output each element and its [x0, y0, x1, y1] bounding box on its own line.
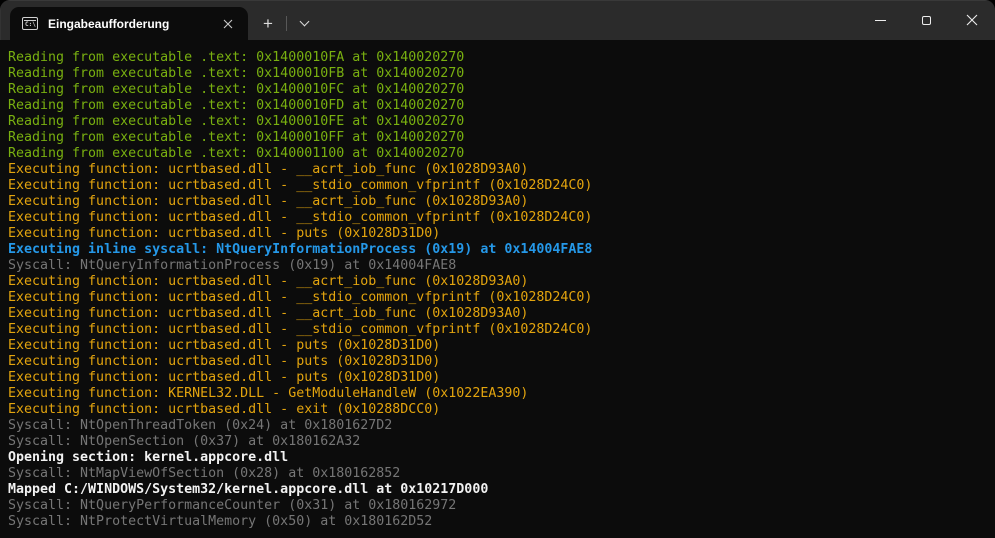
tab-separator [286, 16, 287, 31]
terminal-line: Executing function: ucrtbased.dll - __ac… [8, 274, 987, 290]
terminal-line: Executing function: ucrtbased.dll - puts… [8, 338, 987, 354]
terminal-line: Executing function: KERNEL32.DLL - GetMo… [8, 386, 987, 402]
terminal-line: Executing function: ucrtbased.dll - __ac… [8, 162, 987, 178]
terminal-line: Executing function: ucrtbased.dll - __st… [8, 178, 987, 194]
tab-close-button[interactable] [220, 16, 236, 32]
terminal-line: Reading from executable .text: 0x1400010… [8, 114, 987, 130]
terminal-line: Executing function: ucrtbased.dll - puts… [8, 226, 987, 242]
tab-title: Eingabeaufforderung [48, 17, 220, 31]
terminal-line: Syscall: NtOpenSection (0x37) at 0x18016… [8, 434, 987, 450]
terminal-line: Executing function: ucrtbased.dll - puts… [8, 370, 987, 386]
terminal-line: Syscall: NtOpenThreadToken (0x24) at 0x1… [8, 418, 987, 434]
cmd-icon-text: C:\ [25, 22, 36, 28]
terminal-line: Executing function: ucrtbased.dll - __st… [8, 322, 987, 338]
tab-eingabeaufforderung[interactable]: C:\ Eingabeaufforderung [10, 7, 248, 40]
terminal-line: Reading from executable .text: 0x1400011… [8, 146, 987, 162]
terminal-line: Opening section: kernel.appcore.dll [8, 450, 987, 466]
terminal-line: Executing function: ucrtbased.dll - puts… [8, 354, 987, 370]
close-icon [223, 19, 233, 29]
close-icon [966, 14, 978, 26]
terminal-line: Reading from executable .text: 0x1400010… [8, 82, 987, 98]
terminal-line: Reading from executable .text: 0x1400010… [8, 66, 987, 82]
terminal-line: Reading from executable .text: 0x1400010… [8, 130, 987, 146]
minimize-icon [875, 20, 886, 21]
terminal-line: Syscall: NtQueryInformationProcess (0x19… [8, 258, 987, 274]
terminal-line: Reading from executable .text: 0x1400010… [8, 98, 987, 114]
terminal-line: Syscall: NtQueryPerformanceCounter (0x31… [8, 498, 987, 514]
terminal-window: C:\ Eingabeaufforderung + [0, 0, 995, 538]
close-button[interactable] [949, 0, 995, 40]
terminal-line: Executing function: ucrtbased.dll - exit… [8, 402, 987, 418]
tab-dropdown-button[interactable] [288, 7, 320, 40]
terminal-line: Syscall: NtProtectVirtualMemory (0x50) a… [8, 514, 987, 530]
terminal-line: Executing function: ucrtbased.dll - __st… [8, 210, 987, 226]
terminal-line: Executing function: ucrtbased.dll - __st… [8, 290, 987, 306]
titlebar[interactable]: C:\ Eingabeaufforderung + [0, 0, 995, 40]
terminal-line: Executing inline syscall: NtQueryInforma… [8, 242, 987, 258]
maximize-icon [922, 16, 931, 25]
new-tab-button[interactable]: + [251, 7, 285, 40]
terminal-line: Syscall: NtMapViewOfSection (0x28) at 0x… [8, 466, 987, 482]
minimize-button[interactable] [857, 0, 903, 40]
terminal-line: Executing function: ucrtbased.dll - __ac… [8, 306, 987, 322]
terminal-line: Executing function: ucrtbased.dll - __ac… [8, 194, 987, 210]
terminal-line: Reading from executable .text: 0x1400010… [8, 50, 987, 66]
terminal-output[interactable]: Reading from executable .text: 0x1400010… [0, 40, 995, 538]
maximize-button[interactable] [903, 0, 949, 40]
cmd-prompt-icon: C:\ [22, 17, 38, 30]
terminal-line: Mapped C:/WINDOWS/System32/kernel.appcor… [8, 482, 987, 498]
window-controls [857, 0, 995, 40]
chevron-down-icon [299, 17, 309, 27]
